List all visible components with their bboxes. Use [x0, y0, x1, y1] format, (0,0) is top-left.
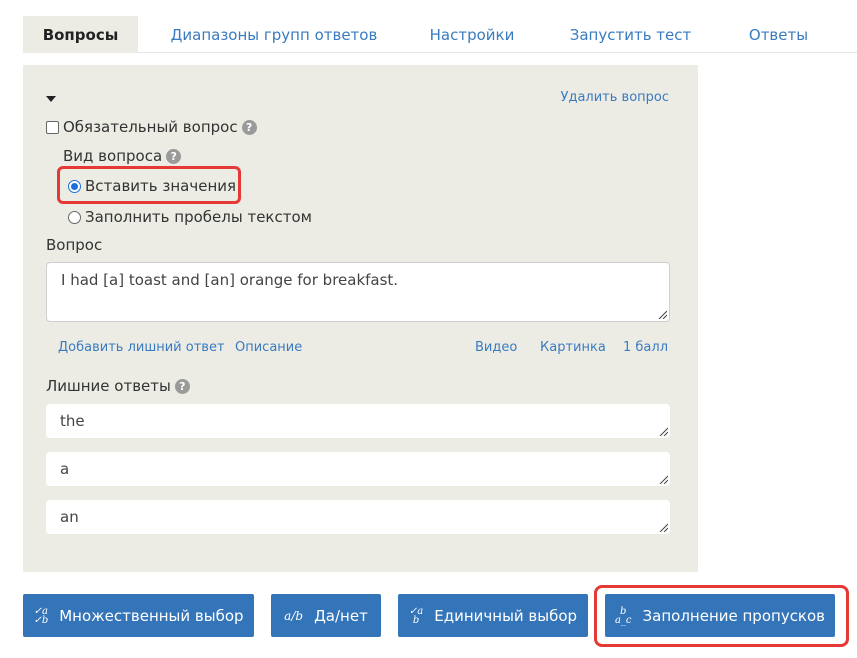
tab-answer-group-ranges[interactable]: Диапазоны групп ответов — [156, 16, 392, 53]
radio-insert-values[interactable] — [68, 179, 81, 193]
resize-grip-icon[interactable] — [659, 475, 668, 484]
type-option-label: Вставить значения — [85, 177, 237, 195]
collapse-arrow-icon[interactable] — [46, 96, 56, 102]
points-link[interactable]: 1 балл — [623, 340, 668, 355]
tab-bar: Вопросы Диапазоны групп ответов Настройк… — [23, 16, 857, 53]
delete-question-link[interactable]: Удалить вопрос — [561, 90, 669, 105]
help-icon[interactable]: ? — [241, 119, 257, 135]
extra-answer-text: an — [60, 508, 79, 526]
question-type-row: Вид вопроса ? — [63, 147, 182, 165]
extra-answer-input[interactable]: a — [46, 452, 670, 486]
single-choice-icon: ✓a b — [408, 605, 424, 626]
question-text: I had [a] toast and [an] orange for brea… — [61, 271, 399, 289]
extra-answer-text: a — [60, 460, 70, 478]
resize-grip-icon[interactable] — [659, 427, 668, 436]
type-option-insert-values[interactable]: Вставить значения — [68, 177, 236, 195]
question-panel: Удалить вопрос Обязательный вопрос ? Вид… — [23, 65, 698, 572]
question-textarea[interactable]: I had [a] toast and [an] orange for brea… — [46, 262, 670, 322]
multiple-choice-icon: ✓a ✓b — [33, 605, 49, 626]
type-option-fill-text[interactable]: Заполнить пробелы текстом — [68, 208, 312, 226]
button-label: Да/нет — [314, 606, 368, 625]
fill-in-blanks-button[interactable]: b a_c Заполнение пропусков — [605, 594, 835, 637]
tab-answers[interactable]: Ответы — [727, 16, 830, 53]
description-link[interactable]: Описание — [235, 340, 302, 355]
help-icon[interactable]: ? — [174, 378, 190, 394]
help-icon[interactable]: ? — [166, 148, 182, 164]
extra-answers-label: Лишние ответы — [46, 377, 171, 395]
fill-in-blanks-icon: b a_c — [614, 605, 632, 626]
add-extra-answer-link[interactable]: Добавить лишний ответ — [58, 340, 225, 355]
picture-link[interactable]: Картинка — [540, 340, 606, 355]
yes-no-icon: a/b — [284, 608, 304, 623]
extra-answer-input[interactable]: an — [46, 500, 670, 534]
resize-grip-icon[interactable] — [659, 523, 668, 532]
button-label: Множественный выбор — [59, 606, 244, 625]
video-link[interactable]: Видео — [475, 340, 517, 355]
tab-settings[interactable]: Настройки — [410, 16, 534, 53]
extra-answer-text: the — [60, 412, 85, 430]
multiple-choice-button[interactable]: ✓a ✓b Множественный выбор — [23, 594, 254, 637]
required-label: Обязательный вопрос — [63, 118, 238, 136]
type-option-label: Заполнить пробелы текстом — [85, 208, 312, 226]
tab-run-test[interactable]: Запустить тест — [552, 16, 709, 53]
required-checkbox[interactable] — [46, 120, 59, 134]
tab-questions[interactable]: Вопросы — [23, 16, 138, 53]
button-label: Заполнение пропусков — [642, 606, 826, 625]
yes-no-button[interactable]: a/b Да/нет — [271, 594, 381, 637]
required-question-row: Обязательный вопрос ? — [46, 118, 257, 136]
radio-fill-text[interactable] — [68, 210, 81, 224]
resize-grip-icon[interactable] — [658, 310, 667, 319]
question-label: Вопрос — [46, 236, 103, 254]
extra-answer-input[interactable]: the — [46, 404, 670, 438]
single-choice-button[interactable]: ✓a b Единичный выбор — [398, 594, 588, 637]
question-type-label: Вид вопроса — [63, 147, 163, 165]
button-label: Единичный выбор — [434, 606, 578, 625]
extra-answers-row: Лишние ответы ? — [46, 377, 190, 395]
